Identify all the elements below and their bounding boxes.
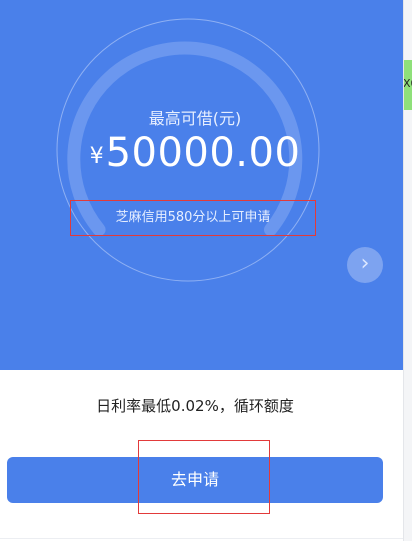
- bottom-divider: [0, 538, 403, 539]
- credit-hero-panel: 最高可借(元) ¥50000.00 芝麻信用580分以上可申请 ›: [0, 0, 403, 370]
- requirement-highlight-box: [70, 200, 316, 236]
- daily-rate-text: 日利率最低0.02%，循环额度: [96, 397, 294, 415]
- max-borrow-label: 最高可借(元): [148, 109, 242, 128]
- side-floating-tab[interactable]: X0: [404, 60, 412, 110]
- credit-amount: ¥50000.00: [0, 130, 390, 176]
- currency-symbol: ¥: [89, 144, 104, 169]
- loan-page: 最高可借(元) ¥50000.00 芝麻信用580分以上可申请 › X0 日利率…: [0, 0, 412, 541]
- credit-gauge: [56, 18, 320, 282]
- next-button[interactable]: ›: [347, 247, 383, 283]
- apply-highlight-box: [138, 440, 270, 514]
- amount-value: 50000.00: [105, 130, 301, 176]
- chevron-right-icon: ›: [360, 251, 370, 276]
- side-tab-text: X0: [404, 77, 412, 90]
